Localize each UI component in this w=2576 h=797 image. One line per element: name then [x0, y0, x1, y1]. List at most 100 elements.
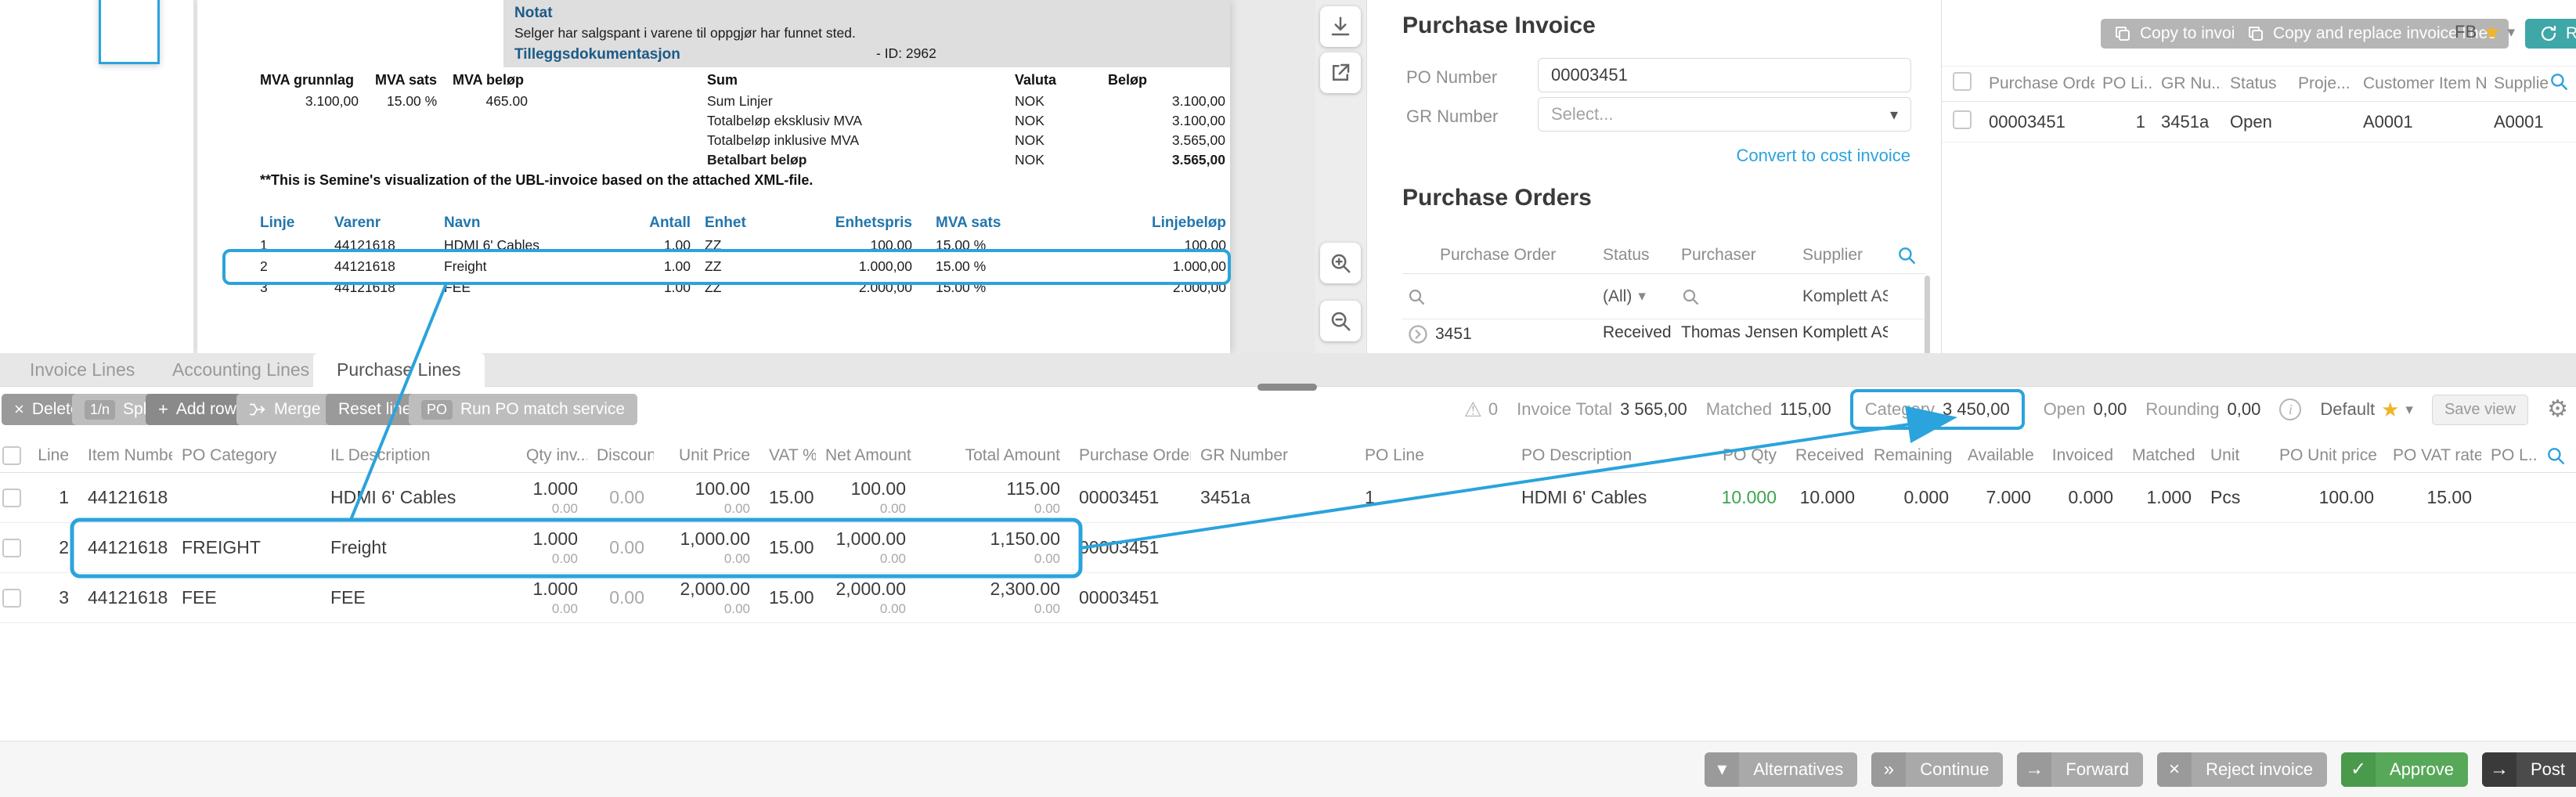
lines-grid-row-3[interactable]: 344121618FEEFEE1.0000.000.002,000.000.00…: [0, 573, 2576, 623]
doc-cell: 1.00: [620, 258, 691, 275]
forward-button[interactable]: →Forward: [2017, 752, 2143, 787]
lines-col-vat: VAT %: [759, 446, 816, 465]
scrollbar[interactable]: [1925, 276, 1930, 358]
sum-row-label: Totalbeløp eksklusiv MVA: [707, 113, 862, 129]
purchase-orders-title: Purchase Orders: [1402, 185, 1592, 211]
expand-row-icon[interactable]: [1407, 323, 1429, 345]
open-external-button[interactable]: [1320, 52, 1361, 93]
select-all-checkbox[interactable]: [2, 446, 21, 465]
po-badge: PO: [421, 400, 453, 420]
open-value: 0,00: [2094, 399, 2127, 420]
note-body: Selger har salgspant i varene til oppgjø…: [514, 25, 1230, 41]
open-label: Open: [2044, 399, 2086, 420]
cell-select: [0, 539, 23, 557]
page-thumbnail[interactable]: [99, 0, 160, 64]
category-label: Category: [1865, 399, 1935, 420]
zoom-out-button[interactable]: [1320, 301, 1361, 341]
doc-cell: 15.00 %: [912, 279, 1037, 296]
mva-rate-header: MVA sats: [375, 72, 437, 88]
po-search-filter[interactable]: [1402, 287, 1598, 306]
grid-search-button[interactable]: [2549, 71, 2576, 96]
row-checkbox[interactable]: [1953, 110, 1972, 129]
row-checkbox[interactable]: [2, 489, 21, 507]
splitter-grip[interactable]: [1257, 384, 1317, 391]
button-label: Approve: [2376, 759, 2468, 780]
po-number-input[interactable]: [1538, 58, 1911, 92]
cell-matched: 1.000: [2123, 487, 2201, 508]
run-po-match-button[interactable]: PO Run PO match service: [409, 394, 637, 425]
col-purchaser[interactable]: Purchaser: [1676, 246, 1798, 265]
doc-table-row: 244121618Freight1.00ZZ1.000,0015.00 %1.0…: [260, 256, 1226, 277]
add-row-button[interactable]: + Add row: [146, 394, 249, 425]
view-selector[interactable]: Default ★ ▾: [2320, 399, 2413, 420]
cell-net-amount: 1,000.000.00: [816, 528, 915, 567]
doc-cell: FEE: [444, 279, 620, 296]
row-checkbox[interactable]: [2, 589, 21, 608]
chevron-down-icon: ▾: [1705, 752, 1739, 787]
gear-icon[interactable]: ⚙: [2547, 398, 2568, 421]
download-button[interactable]: [1320, 6, 1361, 47]
save-view-button[interactable]: Save view: [2432, 395, 2528, 425]
col-purchase-order[interactable]: Purchase Order: [1402, 246, 1598, 265]
grid-search-button[interactable]: [1888, 245, 1925, 265]
merge-button[interactable]: Merge: [236, 394, 334, 425]
col-supplier[interactable]: Supplier: [1798, 246, 1888, 265]
continue-button[interactable]: »Continue: [1871, 752, 2003, 787]
col-supplier[interactable]: Supplie...: [2486, 74, 2549, 93]
supplier-filter[interactable]: Komplett ASA: [1798, 287, 1888, 306]
lines-col-select[interactable]: [0, 446, 23, 465]
matched-label: Matched: [1706, 399, 1772, 420]
mva-amount-value: 465.00: [448, 93, 528, 110]
status-filter[interactable]: (All) ▾: [1598, 287, 1676, 306]
convert-to-cost-invoice-link[interactable]: Convert to cost invoice: [1736, 146, 1910, 166]
split-badge: 1/n: [85, 400, 115, 420]
tab-invoice-lines[interactable]: Invoice Lines: [6, 353, 158, 387]
refresh-button[interactable]: Refresh: [2525, 19, 2576, 49]
cell-supplier: A0001: [2486, 112, 2549, 132]
invoice-total: Invoice Total 3 565,00: [1517, 399, 1687, 420]
tab-accounting-lines[interactable]: Accounting Lines: [149, 353, 333, 387]
lines-col-discount: Discount: [587, 446, 654, 465]
post-button[interactable]: →Post: [2482, 752, 2576, 787]
lines-col-qty-invoiced: Qty inv...: [517, 446, 587, 465]
lines-grid-row-1[interactable]: 144121618HDMI 6' Cables1.0000.000.00100.…: [0, 473, 2576, 523]
select-all-checkbox[interactable]: [1953, 72, 1972, 91]
note-title: Notat: [514, 5, 1230, 22]
gr-number-select[interactable]: Select... ▾: [1538, 97, 1911, 132]
reject-icon: ×: [2157, 752, 2192, 787]
approve-button[interactable]: ✓Approve: [2341, 752, 2468, 787]
cell-net-amount: 2,000.000.00: [816, 579, 915, 617]
lines-col-po-l: PO L...: [2481, 446, 2536, 465]
col-status[interactable]: Status: [1598, 246, 1676, 265]
col-gr-number[interactable]: GR Nu...: [2153, 74, 2222, 93]
cell-po-line: 1: [2094, 112, 2153, 132]
warning-icon: ⚠: [1464, 399, 1482, 420]
purchaser-search-filter[interactable]: [1676, 287, 1798, 306]
doc-cell: 15.00 %: [912, 237, 1037, 254]
warning-count: 0: [1488, 399, 1498, 420]
lines-col-matched: Matched: [2123, 446, 2201, 465]
col-po-line[interactable]: PO Li...: [2094, 74, 2153, 93]
col-status[interactable]: Status: [2222, 74, 2290, 93]
po-line-row[interactable]: 00003451 1 3451a Open A0001 A0001: [1942, 102, 2576, 142]
alternatives-button[interactable]: ▾Alternatives: [1705, 752, 1857, 787]
category-value: 3 450,00: [1943, 399, 2010, 420]
warnings-indicator[interactable]: ⚠ 0: [1464, 399, 1499, 420]
lines-col-search[interactable]: [2536, 445, 2575, 466]
mva-base-header: MVA grunnlag: [260, 72, 354, 88]
purchase-order-row[interactable]: 3451 Received Thomas Jensen Komplett ASA: [1402, 319, 1925, 352]
zoom-in-button[interactable]: [1320, 243, 1361, 283]
po-number-label: PO Number: [1406, 67, 1497, 88]
row-checkbox[interactable]: [2, 539, 21, 557]
tab-purchase-lines[interactable]: Purchase Lines: [313, 353, 485, 387]
lines-col-po-description: PO Description: [1512, 446, 1708, 465]
reject-invoice-button[interactable]: ×Reject invoice: [2157, 752, 2327, 787]
info-icon[interactable]: i: [2279, 398, 2301, 420]
col-customer-item[interactable]: Customer Item No.: [2355, 74, 2486, 93]
cell-item-number: 44121618: [78, 537, 172, 558]
doc-cell: ZZ: [691, 279, 759, 296]
col-purchase-order[interactable]: Purchase Order: [1981, 74, 2094, 93]
col-project[interactable]: Proje...: [2290, 74, 2355, 93]
lines-grid-row-2[interactable]: 244121618FREIGHTFreight1.0000.000.001,00…: [0, 523, 2576, 573]
view-code-selector[interactable]: FB ★ ▾: [2455, 22, 2515, 42]
